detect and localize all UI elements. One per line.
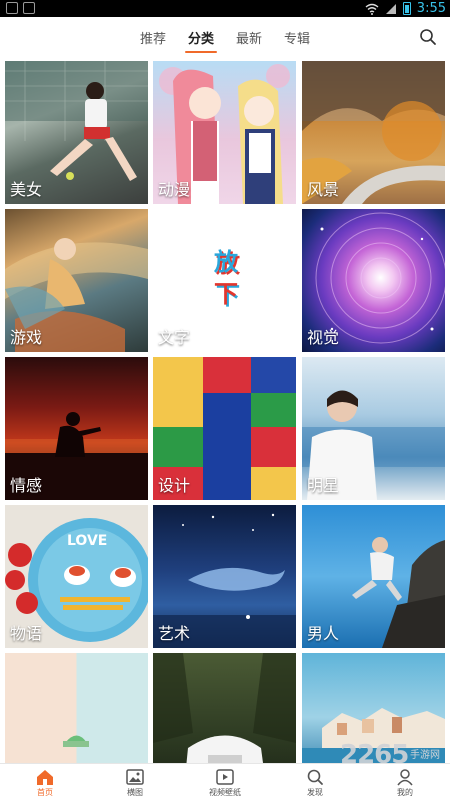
user-icon	[397, 769, 413, 786]
category-label: 美女	[10, 180, 43, 199]
category-tile-anime[interactable]: 动漫	[153, 61, 296, 204]
category-label: 动漫	[158, 180, 191, 199]
category-tile-game[interactable]: 游戏	[5, 209, 148, 352]
category-tile-text[interactable]: 放 下 文字	[153, 209, 296, 352]
nav-mine-label: 我的	[397, 788, 413, 797]
signal-icon	[385, 3, 396, 14]
thumbnail-text-2: 下	[214, 280, 238, 308]
category-label: 男人	[307, 624, 340, 643]
category-tile-scenery[interactable]: 风景	[302, 61, 445, 204]
nav-discover[interactable]: 发现	[270, 764, 360, 801]
battery-icon	[402, 2, 411, 15]
search-icon	[307, 769, 323, 785]
category-label: 情感	[10, 476, 43, 495]
nav-home[interactable]: 首页	[0, 764, 90, 801]
category-tile-man[interactable]: 男人	[302, 505, 445, 648]
shield-icon	[23, 2, 35, 14]
category-label: 物语	[10, 624, 43, 643]
category-label: 视觉	[307, 328, 340, 347]
category-grid: 美女 动漫 风景 游戏 放 下 文字 视觉 情感 设计 明星 LOVE 物语 艺…	[0, 57, 450, 763]
category-label: 设计	[158, 476, 191, 495]
category-tile-star[interactable]: 明星	[302, 357, 445, 500]
category-label: 艺术	[158, 624, 191, 643]
text-thumbnail: 放 下	[211, 246, 241, 310]
category-label: 风景	[307, 180, 340, 199]
image-icon	[126, 769, 144, 785]
category-tile-art[interactable]: 艺术	[153, 505, 296, 648]
search-icon[interactable]	[418, 27, 438, 47]
nav-mine[interactable]: 我的	[360, 764, 450, 801]
wifi-icon	[365, 3, 379, 15]
category-tile-visual[interactable]: 视觉	[302, 209, 445, 352]
thumbnail-text-1: 放	[214, 248, 238, 276]
bottom-nav: 首页 横图 视频壁纸 发现 我的	[0, 763, 450, 800]
category-label: 文字	[158, 328, 191, 347]
watermark-sub: 手游网	[410, 750, 440, 761]
status-time: 3:55	[416, 1, 446, 16]
pastel-thumbnail	[63, 735, 89, 747]
top-bar: 推荐 分类 最新 专辑	[0, 17, 450, 57]
category-tile-story[interactable]: LOVE 物语	[5, 505, 148, 648]
category-tile-more-1[interactable]	[5, 653, 148, 763]
tab-recommend[interactable]: 推荐	[138, 28, 168, 47]
car-thumbnail	[153, 653, 296, 763]
nav-video-wallpaper[interactable]: 视频壁纸	[180, 764, 270, 801]
nav-video-wallpaper-label: 视频壁纸	[209, 788, 241, 797]
home-icon	[37, 770, 53, 785]
category-tile-more-2[interactable]	[153, 653, 296, 763]
nav-landscape[interactable]: 横图	[90, 764, 180, 801]
love-text: LOVE	[67, 533, 107, 549]
nav-home-label: 首页	[37, 788, 53, 797]
category-label: 明星	[307, 476, 340, 495]
notification-icon	[6, 2, 18, 14]
nav-landscape-label: 横图	[127, 788, 143, 797]
tab-latest[interactable]: 最新	[234, 28, 264, 47]
tab-category[interactable]: 分类	[184, 28, 218, 53]
category-label: 游戏	[10, 328, 43, 347]
category-tile-emotion[interactable]: 情感	[5, 357, 148, 500]
tab-album[interactable]: 专辑	[282, 28, 312, 47]
category-tile-design[interactable]: 设计	[153, 357, 296, 500]
category-tile-beauty[interactable]: 美女	[5, 61, 148, 204]
nav-discover-label: 发现	[307, 788, 323, 797]
status-bar: 3:55	[0, 0, 450, 17]
play-icon	[216, 769, 234, 785]
